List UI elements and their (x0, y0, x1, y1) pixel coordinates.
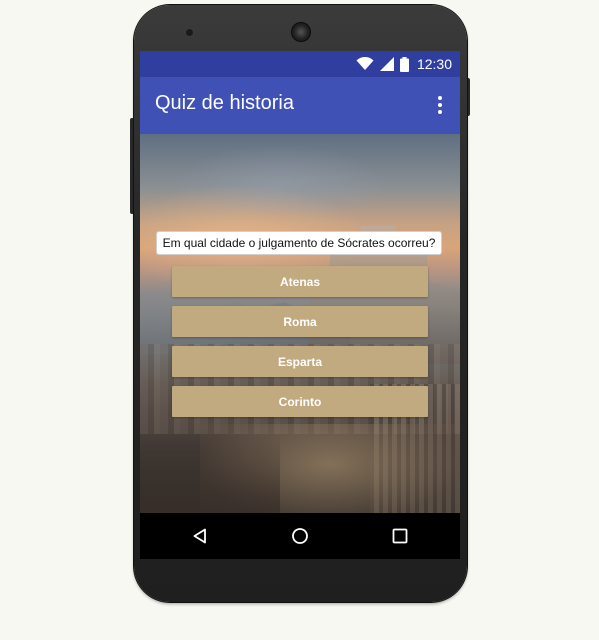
recents-icon (392, 528, 408, 544)
earpiece-speaker (291, 22, 311, 42)
recents-button[interactable] (380, 513, 420, 559)
wifi-icon (356, 57, 374, 70)
menu-dot (438, 96, 442, 100)
status-bar: 12:30 (140, 51, 460, 77)
battery-icon (399, 56, 409, 72)
cellular-signal-icon (379, 57, 394, 71)
front-camera (185, 28, 194, 37)
app-title: Quiz de historia (155, 92, 294, 114)
navigation-bar (140, 513, 460, 559)
back-button[interactable] (180, 513, 220, 559)
quiz-content: Em qual cidade o julgamento de Sócrates … (140, 134, 460, 513)
question-box: Em qual cidade o julgamento de Sócrates … (156, 231, 442, 255)
menu-dot (438, 103, 442, 107)
status-time: 12:30 (416, 56, 452, 72)
answer-button-esparta[interactable]: Esparta (172, 346, 428, 377)
background-painting-foreground (140, 434, 280, 513)
answer-button-roma[interactable]: Roma (172, 306, 428, 337)
menu-dot (438, 110, 442, 114)
home-icon (292, 528, 308, 544)
app-bar: Quiz de historia (140, 77, 460, 134)
status-icons: 12:30 (356, 51, 452, 77)
answer-button-corinto[interactable]: Corinto (172, 386, 428, 417)
overflow-menu-icon[interactable] (428, 93, 452, 117)
question-text: Em qual cidade o julgamento de Sócrates … (162, 236, 436, 250)
home-button[interactable] (280, 513, 320, 559)
back-icon (193, 528, 206, 544)
answer-button-atenas[interactable]: Atenas (172, 266, 428, 297)
phone-screen: 12:30 Quiz de historia Em qual cidade o … (140, 51, 460, 559)
